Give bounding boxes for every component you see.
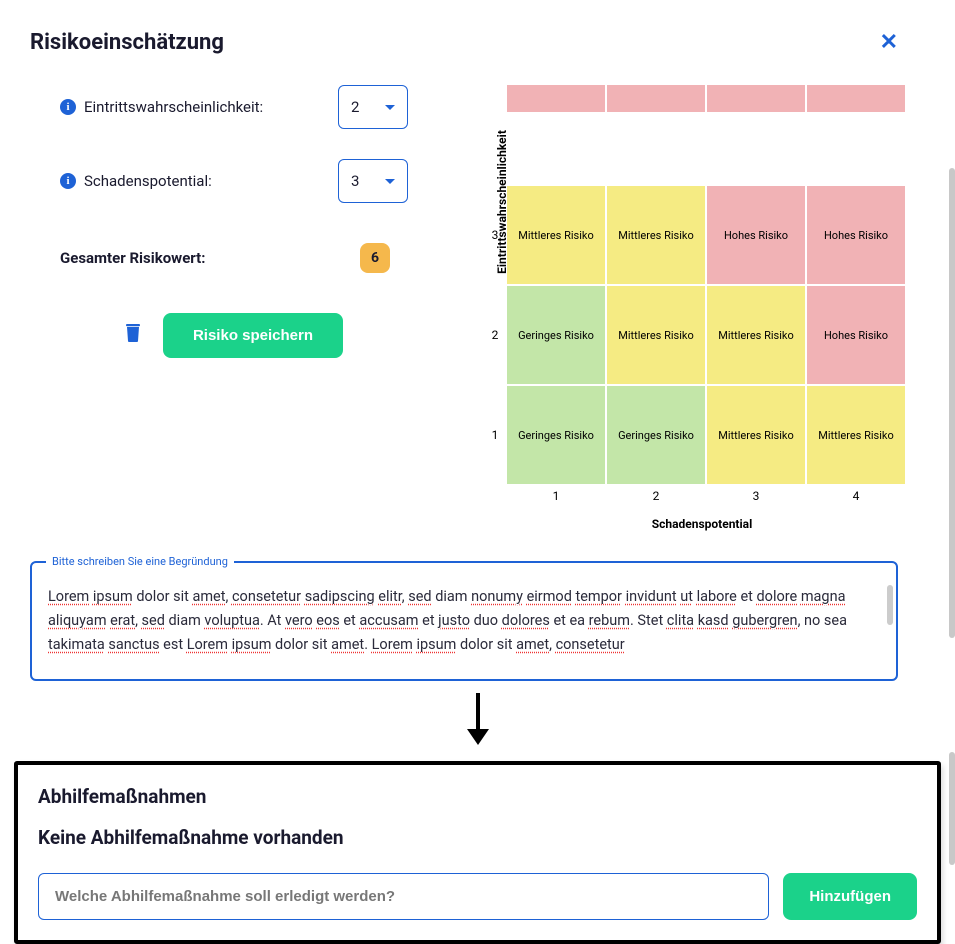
probability-label-text: Eintrittswahrscheinlichkeit: [84, 98, 263, 116]
matrix-cell: Mittleres Risiko [706, 285, 806, 385]
reason-fieldset: Bitte schreiben Sie eine Begründung Lore… [30, 561, 898, 681]
matrix-y-label: Eintrittswahrscheinlichkeit [495, 130, 509, 274]
textarea-scrollbar[interactable] [887, 585, 893, 625]
matrix-cell: Mittleres Risiko [606, 185, 706, 285]
probability-row: i Eintrittswahrscheinlichkeit: 2 [60, 85, 408, 129]
page-scrollbar[interactable] [949, 168, 955, 638]
matrix-y-tick: 2 [484, 285, 506, 385]
damage-label-text: Schadenspotential: [84, 172, 212, 190]
close-icon[interactable]: ✕ [880, 30, 898, 55]
matrix-cell: Geringes Risiko [506, 285, 606, 385]
matrix-y-tick: 1 [484, 385, 506, 485]
matrix-cell: Mittleres Risiko [706, 385, 806, 485]
info-icon[interactable]: i [60, 99, 76, 115]
matrix-cell [606, 85, 706, 113]
matrix-x-label: Schadenspotential [506, 517, 898, 531]
risk-form: i Eintrittswahrscheinlichkeit: 2 i Schad… [30, 85, 408, 531]
remedies-card: Abhilfemaßnahmen Keine Abhilfemaßnahme v… [14, 761, 941, 944]
modal-title: Risikoeinschätzung [30, 30, 224, 55]
damage-label: i Schadenspotential: [60, 172, 212, 190]
modal-header: Risikoeinschätzung ✕ [30, 30, 898, 55]
probability-value: 2 [351, 98, 359, 116]
form-actions: Risiko speichern [60, 313, 408, 358]
matrix-cell: Mittleres Risiko [506, 185, 606, 285]
matrix-cell: Mittleres Risiko [606, 285, 706, 385]
matrix-cell [506, 85, 606, 113]
damage-row: i Schadenspotential: 3 [60, 159, 408, 203]
matrix-cell: Geringes Risiko [506, 385, 606, 485]
top-section: i Eintrittswahrscheinlichkeit: 2 i Schad… [30, 85, 898, 531]
matrix-x-tick: 3 [706, 485, 806, 507]
trash-icon[interactable] [125, 324, 141, 347]
matrix-cell [806, 85, 906, 113]
arrow-down-icon [0, 691, 955, 751]
probability-select[interactable]: 2 [338, 85, 408, 129]
damage-value: 3 [351, 172, 359, 190]
matrix-cell: Mittleres Risiko [806, 385, 906, 485]
remedies-empty: Keine Abhilfemaßnahme vorhanden [38, 826, 917, 849]
risk-matrix: Eintrittswahrscheinlichkeit 3 Mittleres … [438, 85, 898, 531]
probability-label: i Eintrittswahrscheinlichkeit: [60, 98, 263, 116]
matrix-cell: Hohes Risiko [706, 185, 806, 285]
chevron-down-icon [385, 179, 395, 184]
matrix-cell [706, 85, 806, 113]
save-button[interactable]: Risiko speichern [163, 313, 343, 358]
total-badge: 6 [360, 243, 390, 273]
info-icon[interactable]: i [60, 173, 76, 189]
matrix-cell: Hohes Risiko [806, 285, 906, 385]
remedies-add-row: Hinzufügen [38, 873, 917, 920]
matrix-cell: Geringes Risiko [606, 385, 706, 485]
add-button[interactable]: Hinzufügen [783, 873, 917, 920]
total-row: Gesamter Risikowert: 6 [60, 243, 408, 273]
reason-legend: Bitte schreiben Sie eine Begründung [46, 555, 234, 568]
matrix-grid: 3 Mittleres Risiko Mittleres Risiko Hohe… [484, 85, 898, 507]
matrix-x-tick: 2 [606, 485, 706, 507]
damage-select[interactable]: 3 [338, 159, 408, 203]
risk-modal: Risikoeinschätzung ✕ i Eintrittswahrsche… [0, 0, 928, 681]
matrix-y-tick-4 [484, 85, 506, 113]
chevron-down-icon [385, 105, 395, 110]
reason-textarea[interactable]: Lorem ipsum dolor sit amet, consetetur s… [48, 585, 880, 661]
remedy-input[interactable] [38, 873, 769, 920]
remedies-title: Abhilfemaßnahmen [38, 785, 917, 808]
matrix-x-tick: 4 [806, 485, 906, 507]
matrix-x-tick: 1 [506, 485, 606, 507]
matrix-cell: Hohes Risiko [806, 185, 906, 285]
page-scrollbar[interactable] [949, 752, 955, 865]
total-label: Gesamter Risikowert: [60, 249, 205, 267]
